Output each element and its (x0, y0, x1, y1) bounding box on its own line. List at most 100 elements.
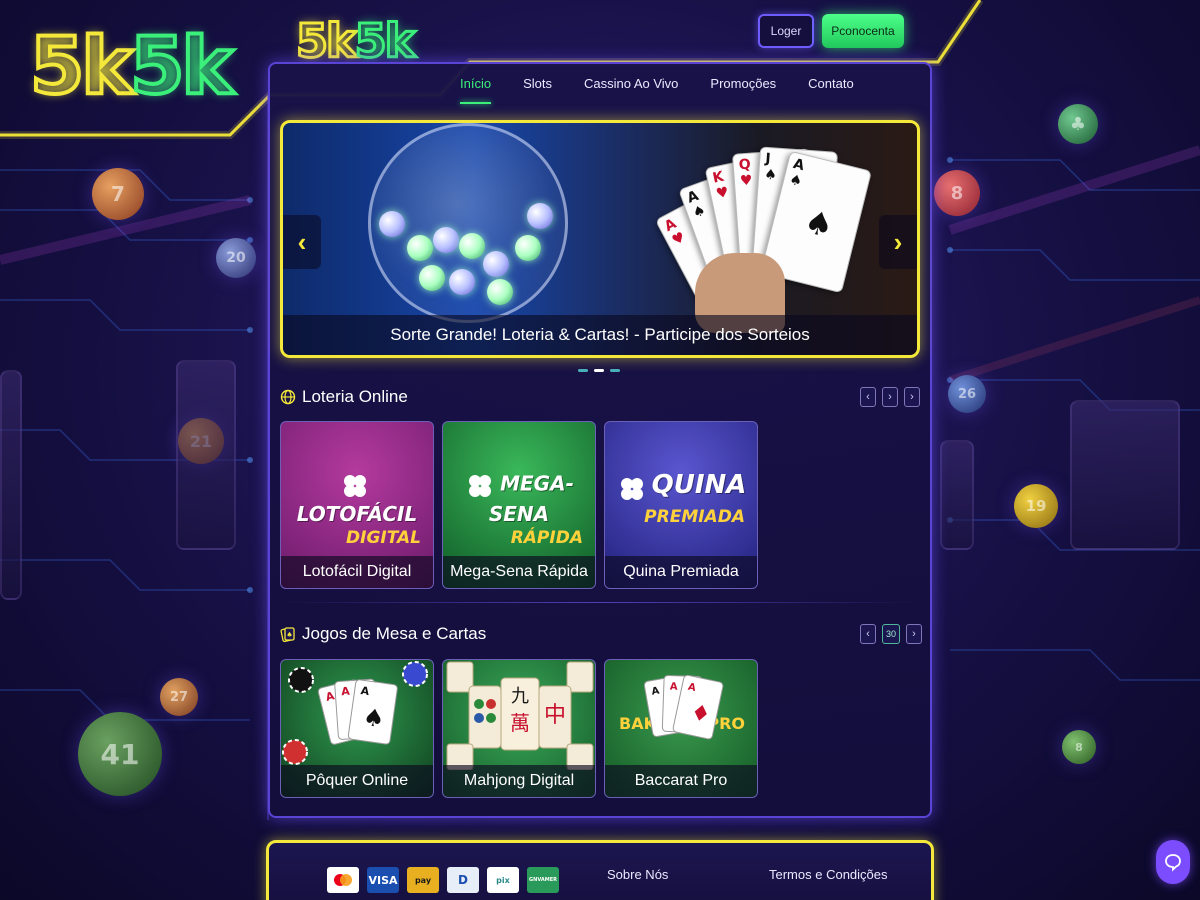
payment-methods: VISA pay D pix GNVAMER (327, 867, 559, 893)
lottery-ball (527, 203, 553, 229)
nav-item-cassino-ao-vivo[interactable]: Cassino Ao Vivo (584, 70, 678, 100)
logo-small-part-green: 5k (353, 14, 417, 68)
lottery-ball (419, 265, 445, 291)
brand-logo-large[interactable]: 5k5k (28, 26, 235, 108)
poker-cards-image: A A A♠ (282, 661, 428, 765)
logo-part-yellow: 5k (28, 22, 135, 112)
bg-ball-club: ♣ (1058, 104, 1098, 144)
logo-part-green: 5k (128, 22, 235, 112)
cards-icon: ♠ (280, 626, 296, 642)
bg-ball-26: 26 (948, 375, 986, 413)
pix-icon: pix (487, 867, 519, 893)
pager-next-button[interactable]: › (906, 624, 922, 644)
bg-slot-machine-right (1070, 400, 1180, 550)
bg-slot-machine-left (176, 360, 236, 550)
lottery-ball (459, 233, 485, 259)
bg-ball-8: 8 (934, 170, 980, 216)
baccarat-cards-image: A A A♦ (643, 674, 724, 740)
pager-prev-button[interactable]: ‹ (860, 387, 876, 407)
pager-prev-button[interactable]: ‹ (860, 624, 876, 644)
section-title: Jogos de Mesa e Cartas (302, 624, 487, 643)
section-header-loteria: Loteria Online (280, 385, 408, 409)
tile-label: Quina Premiada (605, 556, 757, 588)
footer-link-sobre-nos[interactable]: Sobre Nós (607, 867, 668, 882)
bg-ball-41: 41 (78, 712, 162, 796)
nav-item-inicio[interactable]: Início (460, 70, 492, 104)
brand-logo-small[interactable]: 5k5k (295, 17, 417, 66)
gnvamer-icon: GNVAMER (527, 867, 559, 893)
svg-text:九: 九 (511, 686, 529, 707)
svg-text:♠: ♠ (361, 703, 386, 734)
nav-item-slots[interactable]: Slots (523, 70, 552, 100)
game-tile-baccarat[interactable]: BAK PRO A A A ♦ Baccarat Pro (604, 659, 758, 798)
tile-label: Baccarat Pro (605, 765, 757, 797)
chat-button[interactable] (1156, 840, 1190, 884)
game-tile-quina[interactable]: QUINA PREMIADA Quina Premiada (604, 421, 758, 589)
tile-label: Pôquer Online (281, 765, 433, 797)
nav-item-contato[interactable]: Contato (808, 70, 854, 100)
visa-icon: VISA (367, 867, 399, 893)
tile-brand-main: LOTOFÁCIL (296, 502, 418, 526)
pager-mesa-cartas: ‹ 30 › (860, 624, 922, 644)
bg-ball-7: 7 (92, 168, 144, 220)
main-nav: Início Slots Cassino Ao Vivo Promoções C… (460, 70, 930, 104)
tile-brand-main: QUINA (651, 470, 747, 500)
mastercard-icon (327, 867, 359, 893)
clover-icon (469, 475, 492, 497)
svg-text:萬: 萬 (510, 711, 530, 735)
game-tile-poquer[interactable]: A A A ♠ Pôquer Online (280, 659, 434, 798)
bg-slot-machine-left-2 (0, 370, 22, 600)
section-title: Loteria Online (302, 387, 408, 406)
tile-brand: LOTOFÁCIL DIGITAL (281, 470, 433, 548)
clover-icon (344, 475, 366, 497)
pager-loteria: ‹ › › (860, 387, 920, 407)
tile-label: Mahjong Digital (443, 765, 595, 797)
bg-slot-machine-right-2 (940, 440, 974, 550)
banner-dot-active[interactable] (594, 369, 604, 372)
tile-brand-main: MEGA-SENA (488, 471, 574, 527)
diners-icon: D (447, 867, 479, 893)
lottery-ball (449, 269, 475, 295)
lottery-ball (433, 227, 459, 253)
svg-text:中: 中 (544, 703, 566, 728)
tile-brand: QUINA PREMIADA (605, 470, 757, 527)
lottery-ball (515, 235, 541, 261)
mahjong-tiles-image: 九 萬 中 (446, 661, 594, 771)
login-button[interactable]: Loger (758, 14, 814, 48)
banner-next-button[interactable]: › (879, 215, 917, 269)
register-button[interactable]: Pconocenta (822, 14, 904, 48)
svg-text:A: A (341, 685, 351, 699)
globe-icon (280, 389, 296, 405)
clover-icon (620, 477, 643, 500)
footer-link-termos[interactable]: Termos e Condições (769, 867, 888, 882)
lottery-ball (407, 235, 433, 261)
bg-ball-20: 20 (216, 238, 256, 278)
boleto-icon: pay (407, 867, 439, 893)
tile-brand: MEGA-SENA RÁPIDA (443, 470, 595, 548)
tile-brand-sub: RÁPIDA (510, 528, 583, 548)
tile-label: Mega-Sena Rápida (443, 556, 595, 588)
bg-ball-small: 8 (1062, 730, 1096, 764)
hero-banner[interactable]: A ♥ A ♠ K ♥ Q ♥ J ♠ A ♠ ♠ ‹ › Sorte Grande! Lot… (280, 120, 920, 358)
lottery-ball (483, 251, 509, 277)
nav-item-promocoes[interactable]: Promoções (710, 70, 776, 100)
pager-next-button[interactable]: › (904, 387, 920, 407)
banner-prev-button[interactable]: ‹ (283, 215, 321, 269)
tile-label: Lotofácil Digital (281, 556, 433, 588)
tile-brand-sub: PREMIADA (644, 506, 745, 527)
logo-small-part-yellow: 5k (295, 14, 359, 68)
banner-dot[interactable] (610, 369, 620, 372)
section-divider (278, 602, 922, 603)
game-tile-lotofacil[interactable]: LOTOFÁCIL DIGITAL Lotofácil Digital (280, 421, 434, 589)
pager-mid-button[interactable]: › (882, 387, 898, 407)
game-tile-mega-sena[interactable]: MEGA-SENA RÁPIDA Mega-Sena Rápida (442, 421, 596, 589)
pager-page-indicator[interactable]: 30 (882, 624, 900, 644)
chat-icon (1165, 854, 1181, 872)
section-header-mesa-cartas: ♠ Jogos de Mesa e Cartas (280, 622, 486, 646)
banner-dots (578, 369, 620, 372)
game-tile-mahjong[interactable]: 九 萬 中 Mahjong Digital (442, 659, 596, 798)
svg-text:♠: ♠ (286, 631, 292, 639)
banner-dot[interactable] (578, 369, 588, 372)
tile-brand-sub: DIGITAL (346, 528, 421, 548)
svg-text:A: A (670, 682, 678, 693)
